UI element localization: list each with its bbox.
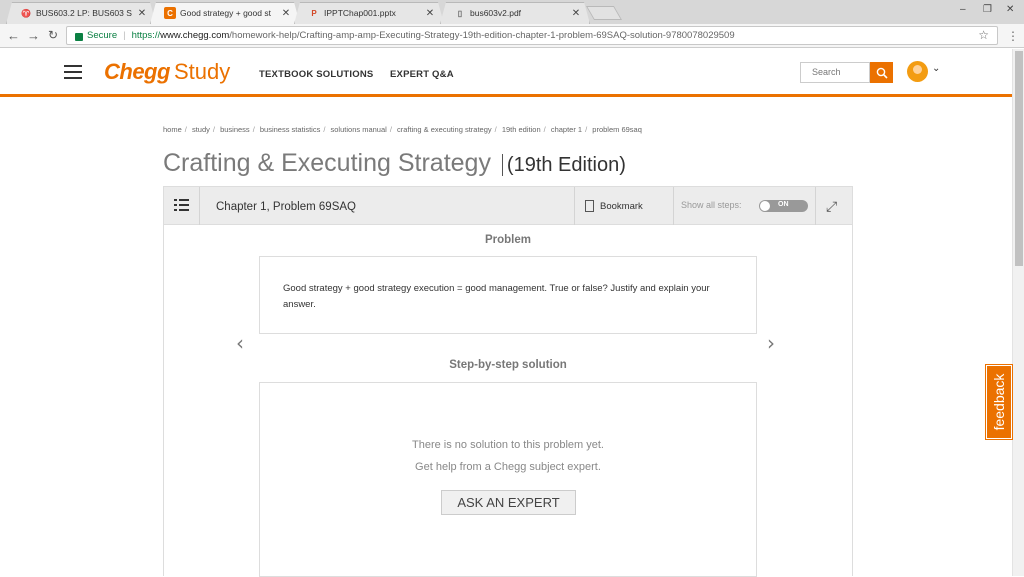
search-icon — [876, 67, 888, 79]
ask-an-expert-button[interactable]: ASK AN EXPERT — [441, 490, 576, 515]
chegg-favicon: C — [164, 7, 176, 19]
close-window-icon[interactable]: ✕ — [1006, 4, 1014, 15]
next-arrow-icon[interactable]: › — [767, 331, 775, 355]
chevron-down-icon[interactable]: ⌄ — [932, 63, 940, 74]
problem-heading: Problem — [484, 234, 531, 246]
expert-help-text: Get help from a Chegg subject expert. — [415, 461, 601, 473]
no-solution-text: There is no solution to this problem yet… — [412, 439, 604, 451]
hamburger-icon[interactable] — [64, 65, 82, 79]
breadcrumb-business-statistics[interactable]: business statistics — [260, 125, 320, 134]
forward-icon[interactable]: → — [27, 28, 40, 43]
browser-tab-strip: ♈ BUS603.2 LP: BUS603 S ✕ C Good strateg… — [0, 0, 1024, 24]
search-input[interactable]: Search — [800, 62, 870, 83]
close-icon[interactable]: ✕ — [280, 8, 292, 19]
breadcrumb-home[interactable]: home — [163, 125, 182, 134]
breadcrumb-business[interactable]: business — [220, 125, 250, 134]
search-button[interactable] — [870, 62, 893, 83]
breadcrumb-chapter[interactable]: chapter 1 — [551, 125, 582, 134]
tab-bus603[interactable]: ♈ BUS603.2 LP: BUS603 S ✕ — [6, 2, 156, 24]
url-host: www.chegg.com — [160, 30, 230, 41]
menu-icon[interactable]: ⋮ — [1007, 29, 1019, 43]
back-icon[interactable]: ← — [7, 28, 20, 43]
breadcrumb-edition[interactable]: 19th edition — [502, 125, 541, 134]
page-title: Crafting & Executing Strategy (19th Edit… — [163, 149, 626, 178]
star-icon[interactable]: ☆ — [978, 28, 989, 42]
address-bar: ← → ↻ Secure | https://www.chegg.com/hom… — [0, 24, 1024, 48]
close-icon[interactable]: ✕ — [424, 8, 436, 19]
list-icon[interactable] — [174, 199, 190, 212]
reload-icon[interactable]: ↻ — [48, 28, 58, 42]
expand-icon[interactable]: ⤢ — [826, 198, 837, 215]
show-all-steps-toggle[interactable]: ON — [759, 200, 808, 212]
minimize-icon[interactable]: – — [960, 4, 966, 15]
breadcrumb-study[interactable]: study — [192, 125, 210, 134]
tab-label: BUS603.2 LP: BUS603 S — [36, 8, 132, 18]
nav-textbook-solutions[interactable]: TEXTBOOK SOLUTIONS — [259, 69, 373, 80]
tab-pptx[interactable]: P IPPTChap001.pptx ✕ — [294, 2, 444, 24]
problem-box: Good strategy + good strategy execution … — [259, 256, 757, 334]
breadcrumb: home / study / business / business statisti… — [163, 125, 642, 134]
breadcrumb-problem: problem 69saq — [592, 125, 642, 134]
bookmark-icon — [585, 200, 594, 212]
tab-label: IPPTChap001.pptx — [324, 8, 396, 18]
feedback-tab[interactable]: feedback — [985, 364, 1013, 440]
restore-icon[interactable]: ❐ — [983, 4, 992, 15]
url-scheme: https:// — [131, 30, 161, 41]
app-icon: ♈ — [21, 8, 31, 18]
header-divider — [0, 94, 1012, 97]
site-header: Chegg Study TEXTBOOK SOLUTIONS EXPERT Q&A… — [0, 49, 1012, 95]
panel-toolbar: Chapter 1, Problem 69SAQ Bookmark Show a… — [164, 187, 852, 225]
previous-arrow-icon[interactable]: ‹ — [236, 331, 244, 355]
tab-label: Good strategy + good st — [180, 8, 271, 18]
url-path: /homework-help/Crafting-amp-amp-Executin… — [229, 30, 735, 41]
url-field[interactable]: Secure | https://www.chegg.com/homework-… — [66, 26, 998, 45]
bookmark-button[interactable]: Bookmark — [585, 200, 643, 212]
solution-box: There is no solution to this problem yet… — [259, 382, 757, 577]
tab-pdf[interactable]: ▯ bus603v2.pdf ✕ — [440, 2, 590, 24]
solution-panel: Chapter 1, Problem 69SAQ Bookmark Show a… — [163, 186, 853, 577]
book-title: Crafting & Executing Strategy — [163, 149, 491, 177]
document-icon: ▯ — [457, 8, 463, 18]
close-icon[interactable]: ✕ — [570, 8, 582, 19]
breadcrumb-book[interactable]: crafting & executing strategy — [397, 125, 492, 134]
book-edition: (19th Edition) — [501, 154, 626, 176]
lock-icon — [75, 32, 83, 41]
solution-heading: Step-by-step solution — [449, 359, 567, 371]
problem-text: Good strategy + good strategy execution … — [283, 283, 710, 310]
powerpoint-icon: P — [311, 8, 317, 18]
chapter-problem-label: Chapter 1, Problem 69SAQ — [216, 201, 356, 213]
new-tab-button[interactable] — [585, 6, 623, 20]
bookmark-label: Bookmark — [600, 200, 643, 212]
avatar[interactable] — [907, 61, 928, 82]
tab-chegg[interactable]: C Good strategy + good st ✕ — [150, 2, 300, 24]
close-icon[interactable]: ✕ — [136, 8, 148, 19]
scroll-thumb[interactable] — [1015, 51, 1023, 266]
breadcrumb-solutions-manual[interactable]: solutions manual — [331, 125, 387, 134]
nav-expert-qa[interactable]: EXPERT Q&A — [390, 69, 454, 80]
toggle-state: ON — [778, 201, 789, 208]
scrollbar[interactable] — [1012, 49, 1024, 576]
tab-label: bus603v2.pdf — [470, 8, 522, 18]
show-all-steps-label: Show all steps: — [681, 200, 742, 210]
feedback-label: feedback — [991, 373, 1007, 431]
chegg-study-logo[interactable]: Chegg Study — [104, 59, 230, 85]
secure-label: Secure — [87, 30, 118, 41]
